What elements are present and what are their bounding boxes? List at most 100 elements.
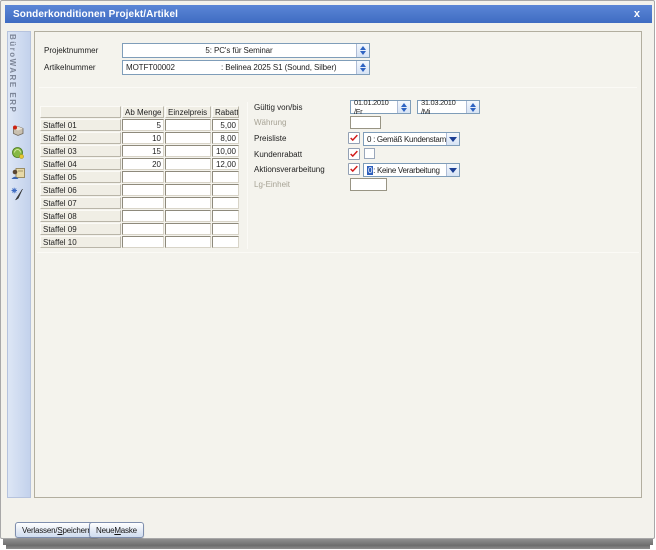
ab-menge-cell[interactable] <box>122 236 164 248</box>
gueltig-bis-value: 31.03.2010 /Mi <box>421 98 465 116</box>
ab-menge-cell[interactable] <box>122 171 164 183</box>
aktion-value: : Keine Verarbeitung <box>373 166 440 175</box>
ab-menge-cell[interactable] <box>122 184 164 196</box>
preisliste-dropdown-button[interactable] <box>446 133 459 145</box>
rabatt-cell[interactable] <box>212 210 239 222</box>
button-text: Verlassen/ <box>22 526 57 535</box>
lg-einheit-input[interactable] <box>350 178 387 191</box>
rabatt-cell[interactable] <box>212 197 239 209</box>
aktion-dropdown[interactable]: 0 : Keine Verarbeitung <box>363 163 460 177</box>
up-arrow-icon <box>360 46 366 50</box>
artikelnummer-label: Artikelnummer <box>44 63 96 72</box>
down-arrow-icon <box>360 51 366 55</box>
preisliste-dropdown[interactable]: 0 : Gemäß Kundenstamm <box>363 132 460 146</box>
einzelpreis-cell[interactable] <box>165 145 211 157</box>
main-panel: Projektnummer 5: PC's für Seminar Artike… <box>34 31 642 498</box>
staffel-row-label: Staffel 01 <box>40 119 121 131</box>
einzelpreis-cell[interactable] <box>165 223 211 235</box>
contact-card-icon[interactable] <box>10 166 26 182</box>
aktion-label: Aktionsverarbeitung <box>254 165 325 174</box>
dropdown-arrow-icon <box>449 137 457 142</box>
gueltig-von-field[interactable]: 01.01.2010 /Fr <box>350 100 411 114</box>
ab-menge-cell[interactable]: 10 <box>122 132 164 144</box>
neue-maske-button[interactable]: Neue Maske <box>89 522 144 538</box>
gueltig-label: Gültig von/bis <box>254 103 302 112</box>
ab-menge-cell[interactable]: 5 <box>122 119 164 131</box>
table-header-rabatt: Rabatt <box>212 106 239 118</box>
ab-menge-cell[interactable]: 15 <box>122 145 164 157</box>
rabatt-cell[interactable] <box>212 223 239 235</box>
einzelpreis-cell[interactable] <box>165 158 211 170</box>
gueltig-bis-field[interactable]: 31.03.2010 /Mi <box>417 100 480 114</box>
up-arrow-icon <box>360 63 366 67</box>
verlassen-speichern-button[interactable]: Verlassen/Speichern <box>15 522 99 538</box>
table-header-ab-menge: Ab Menge <box>122 106 164 118</box>
einzelpreis-cell[interactable] <box>165 236 211 248</box>
projektnummer-spinner[interactable] <box>356 44 369 57</box>
einzelpreis-cell[interactable] <box>165 197 211 209</box>
preisliste-label: Preisliste <box>254 134 286 143</box>
ab-menge-cell[interactable]: 20 <box>122 158 164 170</box>
gueltig-von-spinner[interactable] <box>397 101 410 113</box>
waehrung-input[interactable] <box>350 116 381 129</box>
artikelnummer-code: MOTFT00002 <box>123 63 175 72</box>
preisliste-value: 0 : Gemäß Kundenstamm <box>367 135 452 144</box>
staffel-row-label: Staffel 02 <box>40 132 121 144</box>
up-arrow-icon <box>470 103 476 107</box>
staffel-row-label: Staffel 06 <box>40 184 121 196</box>
rabatt-cell[interactable]: 10,00 <box>212 145 239 157</box>
aktion-checked-icon[interactable] <box>348 163 360 175</box>
signature-pen-icon[interactable] <box>10 186 26 202</box>
einzelpreis-cell[interactable] <box>165 132 211 144</box>
staffel-row-label: Staffel 09 <box>40 223 121 235</box>
kundenrabatt-checked-icon[interactable] <box>348 148 360 160</box>
staffel-row-label: Staffel 03 <box>40 145 121 157</box>
einzelpreis-cell[interactable] <box>165 210 211 222</box>
projektnummer-combobox[interactable]: 5: PC's für Seminar <box>122 43 370 58</box>
projektnummer-value: 5: PC's für Seminar <box>123 46 369 55</box>
projektnummer-label: Projektnummer <box>44 46 98 55</box>
gueltig-bis-spinner[interactable] <box>466 101 479 113</box>
rabatt-cell[interactable] <box>212 236 239 248</box>
kundenrabatt-label: Kundenrabatt <box>254 150 302 159</box>
rabatt-cell[interactable] <box>212 184 239 196</box>
staffel-row-label: Staffel 04 <box>40 158 121 170</box>
artikelnummer-combobox[interactable]: MOTFT00002 : Belinea 2025 S1 (Sound, Sil… <box>122 60 370 75</box>
table-header-einzelpreis: Einzelpreis <box>165 106 211 118</box>
aktion-dropdown-button[interactable] <box>446 164 459 176</box>
ab-menge-cell[interactable] <box>122 223 164 235</box>
staffel-row-label: Staffel 07 <box>40 197 121 209</box>
top-separator <box>39 87 637 88</box>
ab-menge-cell[interactable] <box>122 197 164 209</box>
button-text: Neue <box>96 526 114 535</box>
preisliste-checked-icon[interactable] <box>348 132 360 144</box>
close-button[interactable]: x <box>630 9 644 20</box>
staffel-row-label: Staffel 08 <box>40 210 121 222</box>
staffel-table: Ab MengeEinzelpreisRabatt Staffel 015 5,00… <box>40 106 239 248</box>
einzelpreis-cell[interactable] <box>165 184 211 196</box>
einzelpreis-cell[interactable] <box>165 119 211 131</box>
waehrung-label: Währung <box>254 118 286 127</box>
order-box-icon[interactable] <box>10 123 26 139</box>
einzelpreis-cell[interactable] <box>165 171 211 183</box>
up-arrow-icon <box>401 103 407 107</box>
lg-einheit-label: Lg-Einheit <box>254 180 290 189</box>
content-separator <box>37 252 639 253</box>
artikelnummer-description: : Belinea 2025 S1 (Sound, Silber) <box>221 63 336 72</box>
brand-vertical-label: BüroWARE ERP <box>8 34 17 113</box>
kundenrabatt-checkbox[interactable] <box>364 148 375 159</box>
rabatt-cell[interactable]: 5,00 <box>212 119 239 131</box>
staffel-row-label: Staffel 10 <box>40 236 121 248</box>
down-arrow-icon <box>360 68 366 72</box>
staffel-row-label: Staffel 05 <box>40 171 121 183</box>
artikelnummer-spinner[interactable] <box>356 61 369 74</box>
ab-menge-cell[interactable] <box>122 210 164 222</box>
rabatt-cell[interactable]: 8,00 <box>212 132 239 144</box>
title-bar: Sonderkonditionen Projekt/Artikel x <box>5 5 652 23</box>
rabatt-cell[interactable] <box>212 171 239 183</box>
app-window: Sonderkonditionen Projekt/Artikel x Büro… <box>0 0 655 539</box>
dropdown-arrow-icon <box>449 168 457 173</box>
rabatt-cell[interactable]: 12,00 <box>212 158 239 170</box>
globe-icon[interactable] <box>10 145 26 161</box>
section-divider <box>247 102 248 249</box>
